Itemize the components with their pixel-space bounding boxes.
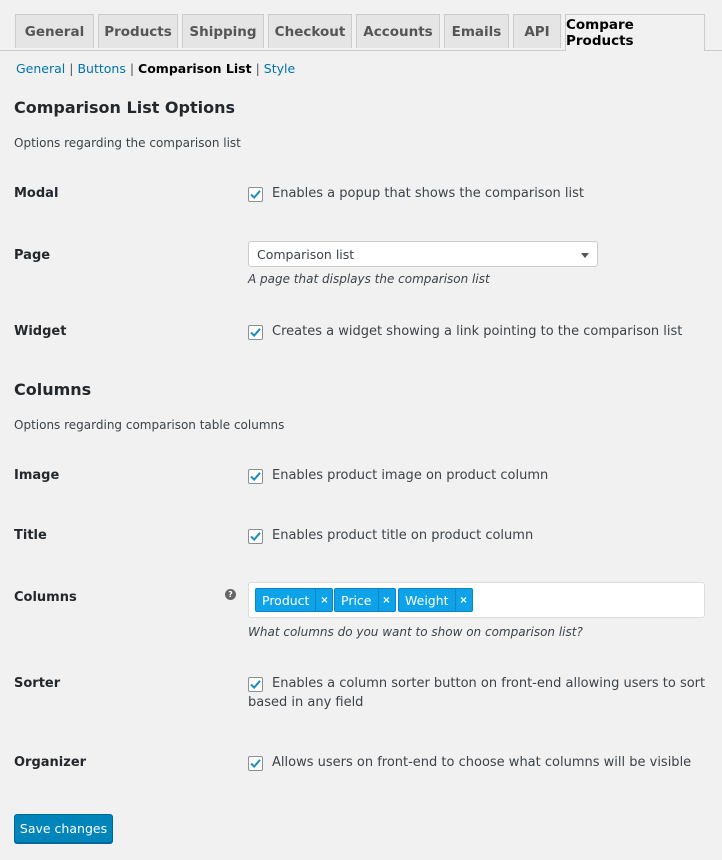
page-select[interactable]: Comparison list: [248, 241, 598, 267]
image-option-text: Enables product image on product column: [272, 468, 549, 483]
sorter-label: Sorter: [14, 676, 61, 691]
subnav-separator: |: [255, 61, 260, 76]
title-label: Title: [14, 528, 47, 543]
columns-label: Columns: [14, 590, 77, 605]
modal-checkbox[interactable]: [248, 187, 263, 202]
tab-checkout[interactable]: Checkout: [268, 14, 352, 48]
widget-option-text: Creates a widget showing a link pointing…: [272, 324, 683, 339]
page-hint: A page that displays the comparison list: [248, 272, 490, 286]
token-label: Weight: [405, 592, 449, 608]
columns-token-input[interactable]: Product × Price × Weight ×: [248, 582, 705, 618]
checkmark-icon: [250, 532, 261, 542]
modal-option: Enables a popup that shows the compariso…: [248, 186, 584, 202]
subnav-style-link[interactable]: Style: [264, 61, 295, 76]
columns-hint: What columns do you want to show on comp…: [248, 625, 583, 639]
title-option-text: Enables product title on product column: [272, 528, 534, 543]
tab-compare-products[interactable]: Compare Products: [565, 14, 705, 51]
column-token-price: Price ×: [334, 588, 396, 612]
organizer-checkbox[interactable]: [248, 756, 263, 771]
tab-shipping[interactable]: Shipping: [182, 14, 264, 48]
tab-emails[interactable]: Emails: [444, 14, 509, 48]
sorter-option-text-continued: based in any field: [248, 695, 364, 710]
subnav-separator: |: [69, 61, 74, 76]
page-label: Page: [14, 248, 51, 263]
remove-token-icon[interactable]: ×: [377, 589, 395, 611]
section-title-comparison-list-options: Comparison List Options: [14, 98, 236, 117]
subnav-general-link[interactable]: General: [16, 61, 65, 76]
settings-tabs: General Products Shipping Checkout Accou…: [0, 0, 722, 51]
image-label: Image: [14, 468, 60, 483]
page-select-value: Comparison list: [257, 246, 355, 262]
widget-label: Widget: [14, 324, 67, 339]
dropdown-arrow-icon: [581, 253, 589, 258]
sorter-checkbox[interactable]: [248, 677, 263, 692]
column-token-product: Product ×: [255, 588, 334, 612]
organizer-label: Organizer: [14, 755, 87, 770]
checkmark-icon: [250, 680, 261, 690]
section-description: Options regarding comparison table colum…: [14, 418, 285, 432]
tab-general[interactable]: General: [15, 14, 94, 48]
image-checkbox[interactable]: [248, 469, 263, 484]
sorter-option: Enables a column sorter button on front-…: [248, 676, 705, 692]
section-description: Options regarding the comparison list: [14, 136, 241, 150]
subnav-separator: |: [129, 61, 135, 76]
save-changes-button[interactable]: Save changes: [14, 814, 113, 843]
tab-products[interactable]: Products: [98, 14, 178, 48]
sub-navigation: General | Buttons | Comparison List | St…: [16, 61, 295, 76]
checkmark-icon: [250, 759, 261, 769]
subnav-buttons-link[interactable]: Buttons: [77, 61, 125, 76]
widget-checkbox[interactable]: [248, 325, 263, 340]
remove-token-icon[interactable]: ×: [454, 589, 472, 611]
tab-accounts[interactable]: Accounts: [356, 14, 440, 48]
organizer-option: Allows users on front-end to choose what…: [248, 755, 691, 771]
token-label: Price: [341, 592, 372, 608]
section-title-columns: Columns: [14, 380, 92, 399]
title-option: Enables product title on product column: [248, 528, 533, 544]
remove-token-icon[interactable]: ×: [315, 589, 332, 611]
modal-option-text: Enables a popup that shows the compariso…: [272, 186, 584, 201]
subnav-comparison-list-current: Comparison List: [138, 61, 252, 76]
checkmark-icon: [250, 328, 261, 338]
organizer-option-text: Allows users on front-end to choose what…: [272, 755, 692, 770]
title-checkbox[interactable]: [248, 529, 263, 544]
sorter-option-text: Enables a column sorter button on front-…: [272, 676, 706, 691]
widget-option: Creates a widget showing a link pointing…: [248, 324, 682, 340]
image-option: Enables product image on product column: [248, 468, 548, 484]
checkmark-icon: [250, 472, 261, 482]
modal-label: Modal: [14, 186, 59, 201]
checkmark-icon: [250, 190, 261, 200]
help-icon[interactable]: ?: [225, 589, 236, 600]
column-token-weight: Weight ×: [398, 588, 473, 612]
token-label: Product: [262, 592, 310, 608]
tab-api[interactable]: API: [513, 14, 561, 48]
